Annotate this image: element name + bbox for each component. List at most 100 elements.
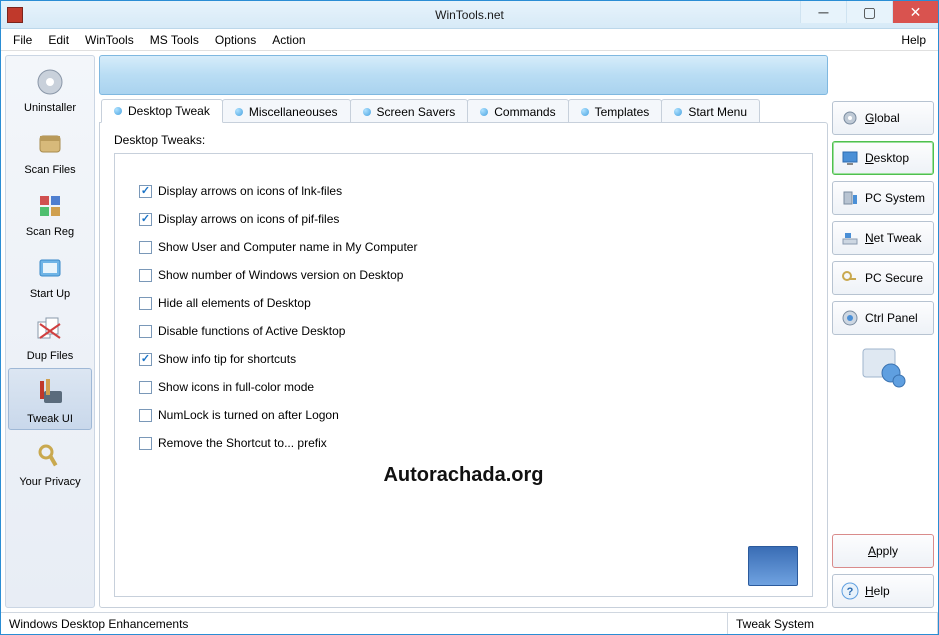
right-global-label: Global: [865, 111, 900, 125]
status-right: Tweak System: [728, 613, 938, 634]
option-label: Show User and Computer name in My Comput…: [158, 240, 417, 254]
left-start-up-label: Start Up: [30, 288, 70, 300]
tab-start-menu[interactable]: Start Menu: [661, 99, 760, 123]
tab-strip: Desktop Tweak Miscellaneouses Screen Sav…: [99, 99, 828, 123]
right-net-tweak[interactable]: Net Tweak: [832, 221, 934, 255]
tab-commands-label: Commands: [494, 105, 555, 119]
option-numlock[interactable]: NumLock is turned on after Logon: [139, 408, 788, 422]
tab-miscellaneouses-label: Miscellaneouses: [249, 105, 338, 119]
tab-pane: Desktop Tweaks: Display arrows on icons …: [99, 122, 828, 608]
checkbox-icon[interactable]: [139, 185, 152, 198]
option-label: Show icons in full-color mode: [158, 380, 314, 394]
option-remove-prefix[interactable]: Remove the Shortcut to... prefix: [139, 436, 788, 450]
svg-text:?: ?: [847, 586, 854, 598]
network-icon: [841, 229, 859, 247]
checkbox-icon[interactable]: [139, 409, 152, 422]
option-label: Disable functions of Active Desktop: [158, 324, 345, 338]
checkbox-icon[interactable]: [139, 325, 152, 338]
option-pif-arrows[interactable]: Display arrows on icons of pif-files: [139, 212, 788, 226]
menu-file[interactable]: File: [5, 31, 40, 49]
left-uninstaller-label: Uninstaller: [24, 102, 76, 114]
control-panel-icon: [841, 309, 859, 327]
apply-button[interactable]: Apply: [832, 534, 934, 568]
tab-desktop-tweak-label: Desktop Tweak: [128, 104, 210, 118]
checkbox-icon[interactable]: [139, 213, 152, 226]
help-label: Help: [865, 584, 890, 598]
checkbox-icon[interactable]: [139, 353, 152, 366]
right-net-tweak-label: Net Tweak: [865, 231, 921, 245]
key-icon: [841, 269, 859, 287]
checkbox-icon[interactable]: [139, 241, 152, 254]
tab-desktop-tweak[interactable]: Desktop Tweak: [101, 99, 223, 123]
option-label: Display arrows on icons of pif-files: [158, 212, 339, 226]
option-label: Hide all elements of Desktop: [158, 296, 311, 310]
checkbox-icon[interactable]: [139, 297, 152, 310]
option-lnk-arrows[interactable]: Display arrows on icons of lnk-files: [139, 184, 788, 198]
option-user-comp-name[interactable]: Show User and Computer name in My Comput…: [139, 240, 788, 254]
checkbox-icon[interactable]: [139, 381, 152, 394]
right-desktop[interactable]: Desktop: [832, 141, 934, 175]
menu-options[interactable]: Options: [207, 31, 264, 49]
dup-files-icon: [30, 312, 70, 348]
tab-templates[interactable]: Templates: [568, 99, 663, 123]
pc-system-icon: [841, 189, 859, 207]
gear-icon: [841, 109, 859, 127]
scan-files-icon: [30, 126, 70, 162]
minimize-button[interactable]: ─: [800, 1, 846, 23]
right-ctrl-panel-label: Ctrl Panel: [865, 311, 918, 325]
close-button[interactable]: ✕: [892, 1, 938, 23]
tab-miscellaneouses[interactable]: Miscellaneouses: [222, 99, 351, 123]
left-tweak-ui-label: Tweak UI: [27, 413, 73, 425]
right-global[interactable]: Global: [832, 101, 934, 135]
left-dup-files[interactable]: Dup Files: [8, 306, 92, 366]
menu-action[interactable]: Action: [264, 31, 313, 49]
statusbar: Windows Desktop Enhancements Tweak Syste…: [1, 612, 938, 634]
maximize-button[interactable]: ▢: [846, 1, 892, 23]
right-desktop-label: Desktop: [865, 151, 909, 165]
right-pc-system[interactable]: PC System: [832, 181, 934, 215]
right-toolbar: Global Desktop PC System Net Tweak: [832, 55, 934, 608]
titlebar: WinTools.net ─ ▢ ✕: [1, 1, 938, 29]
option-win-version[interactable]: Show number of Windows version on Deskto…: [139, 268, 788, 282]
left-scan-reg[interactable]: Scan Reg: [8, 182, 92, 242]
help-icon: ?: [841, 582, 859, 600]
tab-commands[interactable]: Commands: [467, 99, 568, 123]
left-start-up[interactable]: Start Up: [8, 244, 92, 304]
left-scan-files[interactable]: Scan Files: [8, 120, 92, 180]
apply-label: Apply: [868, 544, 898, 558]
right-pc-secure-label: PC Secure: [865, 271, 923, 285]
help-button[interactable]: ? Help: [832, 574, 934, 608]
checkbox-icon[interactable]: [139, 437, 152, 450]
option-label: Display arrows on icons of lnk-files: [158, 184, 342, 198]
tab-start-menu-label: Start Menu: [688, 105, 747, 119]
menu-wintools[interactable]: WinTools: [77, 31, 142, 49]
tab-bullet-icon: [674, 108, 682, 116]
right-pc-secure[interactable]: PC Secure: [832, 261, 934, 295]
menu-help[interactable]: Help: [893, 31, 934, 49]
menubar: File Edit WinTools MS Tools Options Acti…: [1, 29, 938, 51]
right-ctrl-panel[interactable]: Ctrl Panel: [832, 301, 934, 335]
menu-edit[interactable]: Edit: [40, 31, 77, 49]
left-tweak-ui[interactable]: Tweak UI: [8, 368, 92, 430]
tab-bullet-icon: [114, 107, 122, 115]
option-label: Show info tip for shortcuts: [158, 352, 296, 366]
tab-screen-savers[interactable]: Screen Savers: [350, 99, 469, 123]
right-pc-system-label: PC System: [865, 191, 925, 205]
left-toolbar: Uninstaller Scan Files Scan Reg: [5, 55, 95, 608]
left-uninstaller[interactable]: Uninstaller: [8, 58, 92, 118]
left-your-privacy-label: Your Privacy: [19, 476, 80, 488]
checkbox-icon[interactable]: [139, 269, 152, 282]
option-info-tip[interactable]: Show info tip for shortcuts: [139, 352, 788, 366]
your-privacy-icon: [30, 438, 70, 474]
option-hide-elements[interactable]: Hide all elements of Desktop: [139, 296, 788, 310]
menu-mstools[interactable]: MS Tools: [142, 31, 207, 49]
tab-templates-label: Templates: [595, 105, 650, 119]
option-label: NumLock is turned on after Logon: [158, 408, 339, 422]
option-disable-active[interactable]: Disable functions of Active Desktop: [139, 324, 788, 338]
scan-reg-icon: [30, 188, 70, 224]
option-label: Remove the Shortcut to... prefix: [158, 436, 327, 450]
option-full-color[interactable]: Show icons in full-color mode: [139, 380, 788, 394]
left-your-privacy[interactable]: Your Privacy: [8, 432, 92, 492]
start-up-icon: [30, 250, 70, 286]
left-dup-files-label: Dup Files: [27, 350, 73, 362]
